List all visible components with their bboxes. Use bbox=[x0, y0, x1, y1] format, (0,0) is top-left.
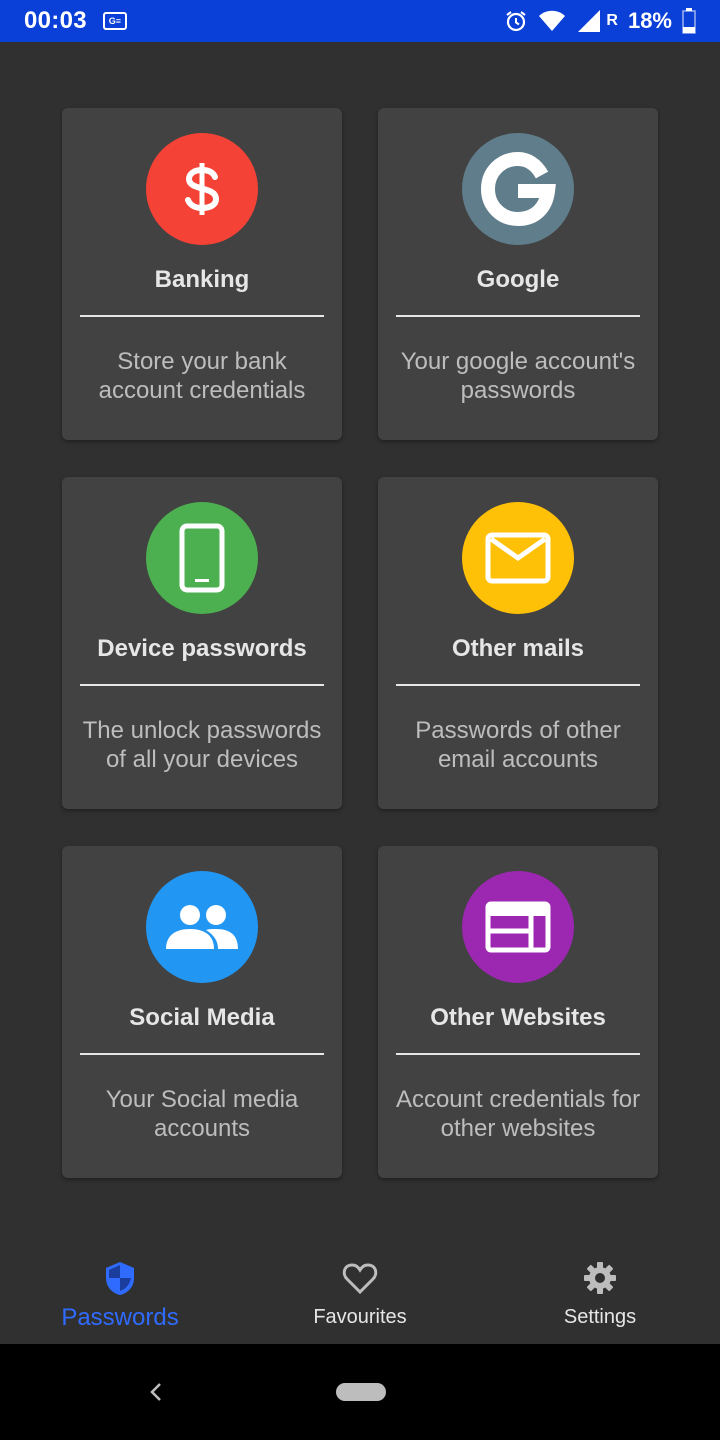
alarm-icon bbox=[506, 11, 527, 32]
shield-icon bbox=[106, 1262, 134, 1295]
card-title: Device passwords bbox=[97, 635, 307, 662]
status-bar: 00:03 G≡ R 18% bbox=[0, 0, 720, 42]
card-divider bbox=[80, 684, 324, 686]
card-divider bbox=[80, 1053, 324, 1055]
dollar-icon bbox=[146, 133, 258, 245]
card-title: Banking bbox=[154, 266, 250, 293]
category-card-social-media[interactable]: Social Media Your Social media accounts bbox=[62, 846, 342, 1178]
category-card-other-websites[interactable]: Other Websites Account credentials for o… bbox=[378, 846, 658, 1178]
home-pill[interactable] bbox=[336, 1383, 386, 1401]
card-description: Your google account's passwords bbox=[400, 348, 636, 404]
network-tag: R bbox=[606, 12, 618, 29]
notification-icon: G≡ bbox=[102, 12, 127, 30]
battery-percent: 18% bbox=[627, 8, 672, 33]
nav-label: Settings bbox=[563, 1306, 637, 1328]
card-title: Other Websites bbox=[430, 1004, 606, 1031]
card-description: The unlock passwords of all your devices bbox=[82, 717, 322, 773]
category-card-google[interactable]: Google Your google account's passwords bbox=[378, 108, 658, 440]
card-divider bbox=[80, 315, 324, 317]
web-icon bbox=[462, 871, 574, 983]
card-description: Store your bank account credentials bbox=[98, 348, 306, 404]
people-icon bbox=[146, 871, 258, 983]
mail-icon bbox=[462, 502, 574, 614]
signal-icon bbox=[578, 10, 601, 32]
card-title: Social Media bbox=[129, 1004, 275, 1031]
wifi-icon bbox=[539, 10, 566, 31]
nav-label: Passwords bbox=[61, 1304, 179, 1331]
google-icon bbox=[462, 133, 574, 245]
back-icon[interactable] bbox=[146, 1380, 166, 1404]
battery-icon bbox=[682, 8, 696, 34]
status-time: 00:03 bbox=[24, 7, 87, 34]
card-divider bbox=[396, 684, 640, 686]
category-card-device-passwords[interactable]: Device passwords The unlock passwords of… bbox=[62, 477, 342, 809]
nav-settings[interactable]: Settings bbox=[480, 1244, 720, 1344]
status-icons: R 18% bbox=[504, 8, 696, 34]
card-description: Your Social media accounts bbox=[105, 1086, 299, 1142]
nav-label: Favourites bbox=[313, 1306, 407, 1328]
bottom-navigation: Passwords Favourites Settings bbox=[0, 1244, 720, 1344]
system-navigation-bar bbox=[0, 1344, 720, 1440]
phone-icon bbox=[146, 502, 258, 614]
nav-favourites[interactable]: Favourites bbox=[240, 1244, 480, 1344]
card-description: Account credentials for other websites bbox=[395, 1086, 641, 1142]
card-divider bbox=[396, 315, 640, 317]
gear-icon bbox=[584, 1262, 616, 1294]
category-card-other-mails[interactable]: Other mails Passwords of other email acc… bbox=[378, 477, 658, 809]
card-divider bbox=[396, 1053, 640, 1055]
card-title: Google bbox=[476, 266, 560, 293]
category-card-banking[interactable]: Banking Store your bank account credenti… bbox=[62, 108, 342, 440]
card-description: Passwords of other email accounts bbox=[415, 717, 621, 773]
nav-passwords[interactable]: Passwords bbox=[0, 1244, 240, 1344]
heart-icon bbox=[342, 1263, 378, 1295]
card-title: Other mails bbox=[451, 635, 585, 662]
